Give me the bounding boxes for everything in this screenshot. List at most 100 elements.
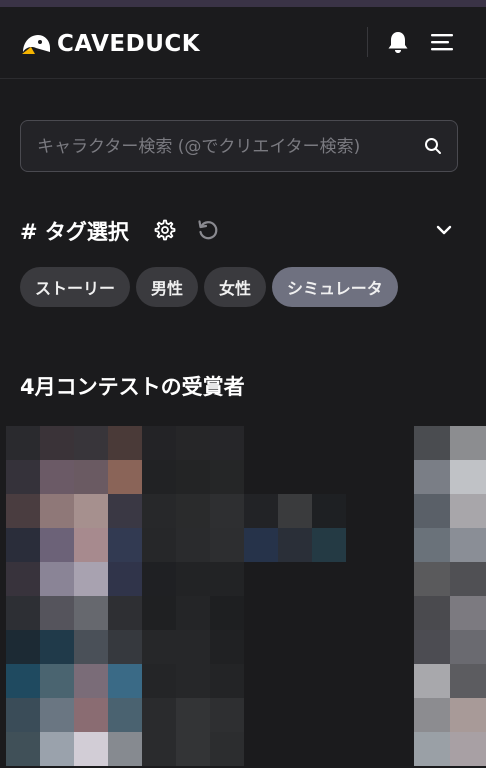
top-strip (0, 0, 486, 7)
image-pixel (176, 630, 210, 664)
contest-winner-image[interactable] (6, 426, 380, 768)
image-pixel (108, 664, 142, 698)
image-pixel (176, 596, 210, 630)
image-pixel (176, 562, 210, 596)
image-pixel (450, 460, 486, 494)
brand-logo[interactable]: CAVEDUCK (20, 29, 200, 59)
image-pixel (210, 426, 244, 460)
tag-chip-label: ストーリー (35, 279, 116, 298)
gear-icon[interactable] (153, 218, 177, 242)
tag-chip-label: シミュレータ (287, 279, 383, 298)
image-pixel (142, 698, 176, 732)
image-pixel (210, 494, 244, 528)
image-pixel (414, 732, 450, 766)
contest-section-title: 4月コンテストの受賞者 (20, 375, 245, 399)
image-pixel (6, 664, 40, 698)
image-pixel (40, 664, 74, 698)
image-pixel (414, 630, 450, 664)
image-pixel (6, 698, 40, 732)
tag-chip-label: 女性 (219, 279, 252, 298)
image-pixel (312, 528, 346, 562)
image-pixel (108, 630, 142, 664)
reset-icon[interactable] (196, 218, 220, 242)
image-pixel (6, 528, 40, 562)
image-pixel (450, 732, 486, 766)
image-pixel (6, 630, 40, 664)
image-pixel (450, 562, 486, 596)
image-pixel (244, 494, 278, 528)
image-pixel (244, 528, 278, 562)
tag-chip-male[interactable]: 男性 (136, 267, 199, 307)
image-pixel (108, 562, 142, 596)
image-pixel (40, 732, 74, 766)
image-pixel (108, 426, 142, 460)
image-pixel (210, 596, 244, 630)
image-pixel (450, 528, 486, 562)
image-pixel (176, 426, 210, 460)
image-pixel (108, 528, 142, 562)
search-icon[interactable] (423, 136, 443, 156)
image-pixel (108, 596, 142, 630)
image-pixel (40, 460, 74, 494)
image-pixel (210, 562, 244, 596)
image-pixel (210, 732, 244, 766)
contest-winner-image-next[interactable] (414, 426, 486, 768)
image-pixel (142, 562, 176, 596)
image-pixel (450, 426, 486, 460)
image-pixel (142, 664, 176, 698)
image-pixel (40, 528, 74, 562)
image-pixel (210, 630, 244, 664)
image-pixel (74, 528, 108, 562)
image-pixel (74, 494, 108, 528)
image-pixel (40, 698, 74, 732)
image-pixel (278, 494, 312, 528)
image-pixel (450, 698, 486, 732)
image-pixel (74, 460, 108, 494)
image-pixel (210, 460, 244, 494)
image-pixel (450, 664, 486, 698)
bell-icon[interactable] (385, 29, 411, 55)
tag-selection-row: # タグ選択 (20, 212, 458, 248)
image-pixel (142, 494, 176, 528)
image-pixel (210, 698, 244, 732)
character-search (20, 120, 458, 173)
image-pixel (176, 698, 210, 732)
image-pixel (6, 426, 40, 460)
image-pixel (108, 460, 142, 494)
image-pixel (142, 596, 176, 630)
image-pixel (6, 596, 40, 630)
image-pixel (6, 460, 40, 494)
image-pixel (108, 732, 142, 766)
tag-chip-simulator[interactable]: シミュレータ (272, 267, 398, 307)
image-pixel (40, 562, 74, 596)
image-pixel (176, 460, 210, 494)
tag-chip-label: 男性 (151, 279, 184, 298)
image-pixel (176, 732, 210, 766)
header-divider (367, 27, 368, 57)
image-pixel (40, 426, 74, 460)
tag-chip-story[interactable]: ストーリー (20, 267, 131, 307)
image-pixel (450, 630, 486, 664)
image-pixel (142, 528, 176, 562)
image-pixel (176, 494, 210, 528)
chevron-down-icon[interactable] (434, 220, 454, 240)
image-pixel (210, 664, 244, 698)
app-header: CAVEDUCK (0, 7, 486, 79)
image-pixel (142, 732, 176, 766)
image-pixel (6, 732, 40, 766)
image-pixel (74, 596, 108, 630)
tag-chip-female[interactable]: 女性 (204, 267, 267, 307)
image-pixel (40, 494, 74, 528)
search-input[interactable] (35, 121, 419, 173)
image-pixel (74, 732, 108, 766)
hamburger-menu-icon[interactable] (428, 29, 458, 55)
image-pixel (40, 630, 74, 664)
image-pixel (74, 698, 108, 732)
image-pixel (414, 460, 450, 494)
image-pixel (414, 426, 450, 460)
image-pixel (312, 494, 346, 528)
image-pixel (278, 528, 312, 562)
image-pixel (108, 494, 142, 528)
image-pixel (74, 562, 108, 596)
image-pixel (176, 664, 210, 698)
